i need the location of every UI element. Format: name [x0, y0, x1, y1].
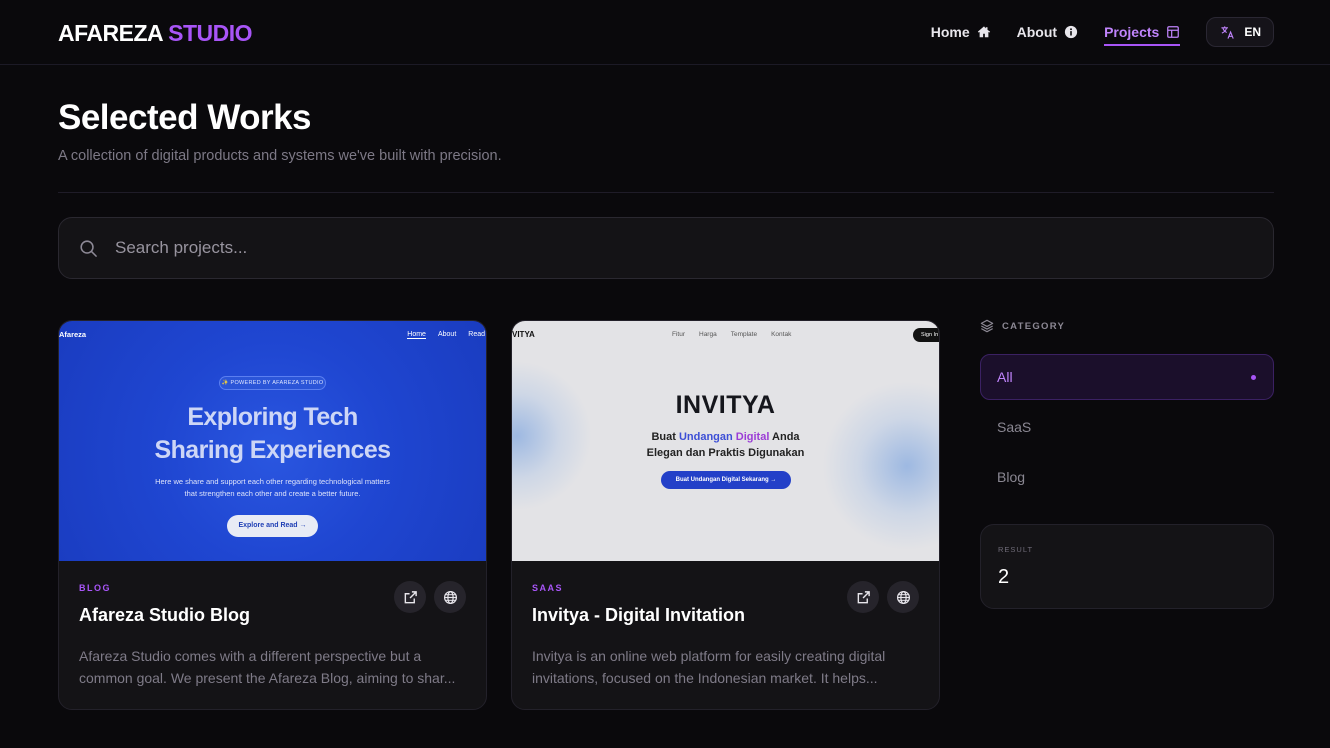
- preview-text-line: Here we share and support each other reg…: [155, 477, 390, 486]
- nav-projects-label: Projects: [1104, 24, 1160, 40]
- preview-signin: Sign In: [913, 328, 939, 342]
- preview-text: Here we share and support each other reg…: [59, 476, 486, 500]
- preview-nav-item: About: [437, 331, 457, 338]
- preview-nav-item: Read: [468, 331, 485, 338]
- external-link-icon: [404, 590, 417, 603]
- card-actions: [394, 581, 466, 613]
- project-card-saas[interactable]: VITYA Fitur Harga Template Kontak Sign I…: [511, 320, 940, 710]
- result-count: 2: [998, 566, 1010, 588]
- preview-text: Buat Undangan Digital Anda Elegan dan Pr…: [512, 429, 939, 461]
- result-count-panel: RESULT 2: [980, 524, 1274, 609]
- category-heading: CATEGORY: [980, 319, 1065, 333]
- blog-preview: Afareza Home About Read ✨ POWERED BY AFA…: [59, 321, 486, 561]
- preview-brand: VITYA: [512, 330, 535, 339]
- nav-home-label: Home: [930, 24, 970, 40]
- text-part: Anda: [769, 431, 800, 443]
- preview-cta-button: Buat Undangan Digital Sekarang →: [661, 471, 791, 489]
- card-actions: [847, 581, 919, 613]
- translate-icon: [1221, 25, 1235, 39]
- preview-nav: Afareza Home About Read: [59, 329, 486, 343]
- language-code: EN: [1244, 25, 1261, 39]
- language-switcher[interactable]: EN: [1206, 17, 1274, 47]
- visit-website-button[interactable]: [434, 581, 466, 613]
- preview-text-line: Buat Undangan Digital Anda: [512, 429, 939, 445]
- nav-about[interactable]: About: [1017, 18, 1078, 46]
- project-category: BLOG: [79, 583, 111, 593]
- project-description: Invitya is an online web platform for ea…: [532, 648, 886, 686]
- project-title[interactable]: Invitya - Digital Invitation: [532, 605, 745, 626]
- preview-nav-item: Fitur: [672, 331, 685, 338]
- preview-headline: Exploring Tech Sharing Experiences: [59, 401, 486, 467]
- category-filter-all[interactable]: All: [980, 354, 1274, 400]
- globe-icon: [896, 590, 910, 604]
- project-title[interactable]: Afareza Studio Blog: [79, 605, 250, 626]
- invitya-preview: VITYA Fitur Harga Template Kontak Sign I…: [512, 321, 939, 561]
- category-filter-saas[interactable]: SaaS: [980, 404, 1274, 450]
- search-icon: [80, 239, 97, 257]
- text-part: Buat: [651, 431, 679, 443]
- preview-nav-item: Home: [407, 331, 426, 339]
- home-icon: [977, 26, 990, 38]
- open-external-button[interactable]: [847, 581, 879, 613]
- page-title: Selected Works: [58, 98, 312, 137]
- page-subtitle: A collection of digital products and sys…: [58, 148, 502, 164]
- brand-accent: STUDIO: [168, 20, 253, 46]
- text-highlight: Digital: [735, 431, 770, 443]
- search-input[interactable]: [115, 238, 1215, 258]
- globe-icon: [443, 590, 457, 604]
- active-indicator: [1251, 375, 1256, 380]
- preview-headline-line: Sharing Experiences: [154, 436, 392, 464]
- external-link-icon: [857, 590, 870, 603]
- text-highlight: Undangan: [678, 431, 736, 443]
- visit-website-button[interactable]: [887, 581, 919, 613]
- open-external-button[interactable]: [394, 581, 426, 613]
- preview-cta-button: Explore and Read →: [227, 515, 318, 537]
- layout-icon: [1167, 26, 1180, 38]
- preview-headline: INVITYA: [675, 391, 776, 419]
- layers-icon: [980, 319, 994, 333]
- preview-brand: Afareza: [59, 330, 87, 339]
- preview-nav-item: Kontak: [771, 331, 792, 338]
- section-divider: [58, 192, 1274, 193]
- project-preview-image[interactable]: Afareza Home About Read ✨ POWERED BY AFA…: [59, 321, 486, 561]
- preview-nav-item: Template: [730, 331, 758, 338]
- preview-nav: VITYA Fitur Harga Template Kontak Sign I…: [512, 328, 939, 343]
- result-label: RESULT: [998, 545, 1034, 554]
- category-heading-label: CATEGORY: [1002, 320, 1066, 332]
- project-card-blog[interactable]: Afareza Home About Read ✨ POWERED BY AFA…: [58, 320, 487, 710]
- category-label: All: [997, 369, 1013, 385]
- top-header: AFAREZA STUDIO Home About Projects EN: [0, 0, 1330, 65]
- project-category: SAAS: [532, 583, 564, 593]
- brand-logo[interactable]: AFAREZA STUDIO: [58, 20, 253, 47]
- brand-name: AFAREZA: [58, 20, 163, 46]
- preview-headline-line: Exploring Tech: [187, 403, 358, 431]
- preview-badge: ✨ POWERED BY AFAREZA STUDIO: [219, 376, 326, 390]
- info-icon: [1064, 25, 1078, 39]
- preview-nav-item: Harga: [699, 331, 717, 338]
- nav-home[interactable]: Home: [931, 18, 991, 46]
- category-filter-blog[interactable]: Blog: [980, 454, 1274, 500]
- category-label: Blog: [997, 469, 1026, 485]
- preview-text-line: Elegan dan Praktis Digunakan: [646, 447, 805, 459]
- category-label: SaaS: [997, 419, 1032, 435]
- preview-text-line: that strengthen each other and create a …: [184, 489, 361, 498]
- search-bar: [58, 217, 1274, 279]
- nav-about-label: About: [1016, 24, 1058, 40]
- main-nav: Home About Projects EN: [931, 17, 1274, 47]
- nav-projects[interactable]: Projects: [1104, 18, 1181, 46]
- project-preview-image[interactable]: VITYA Fitur Harga Template Kontak Sign I…: [512, 321, 939, 561]
- project-description: Afareza Studio comes with a different pe…: [79, 648, 456, 686]
